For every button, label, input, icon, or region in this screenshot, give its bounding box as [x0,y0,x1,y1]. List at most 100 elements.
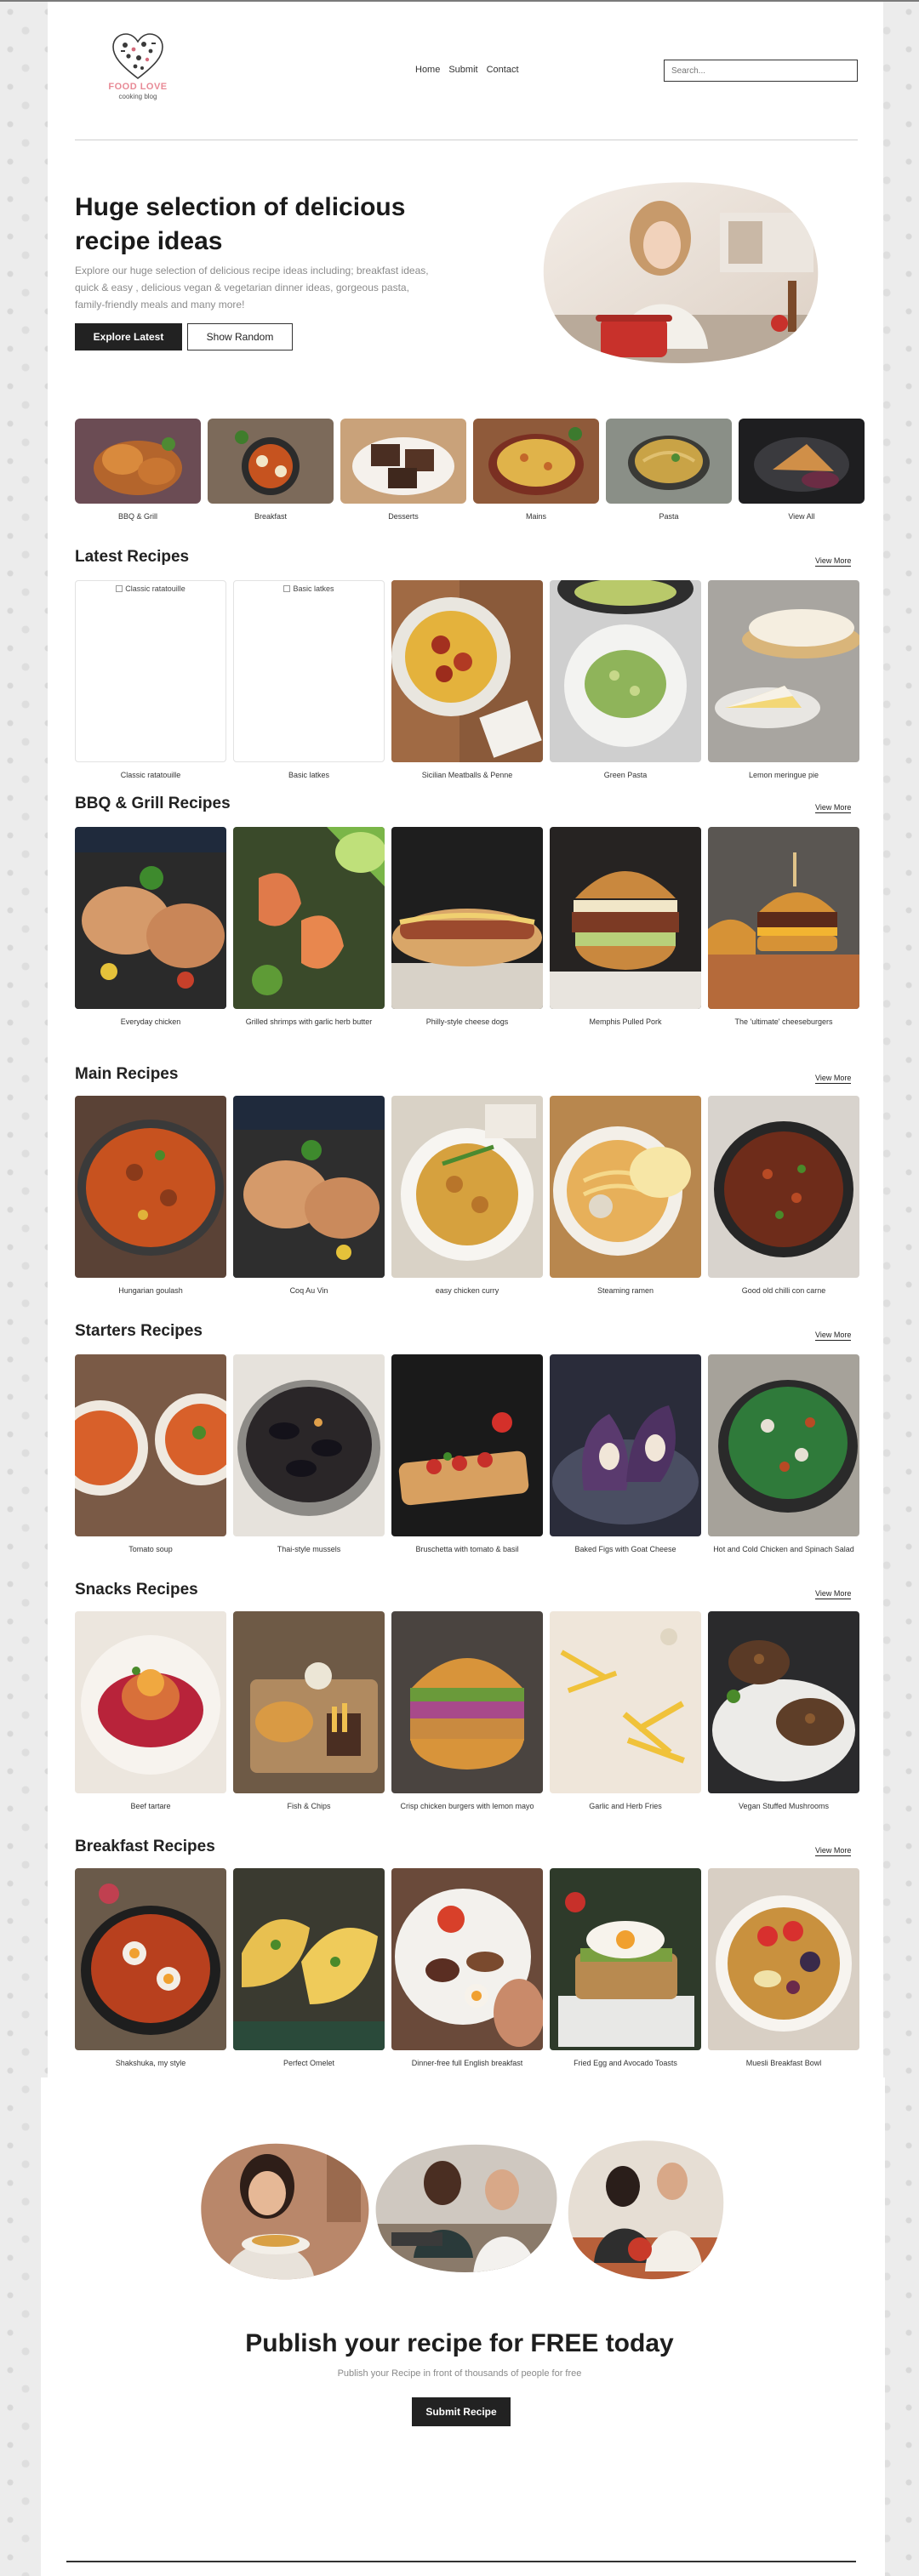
nav-home[interactable]: Home [415,65,440,75]
latest-view-more-link[interactable]: View More [815,556,852,567]
recipe-card-lemon-meringue-pie[interactable]: Lemon meringue pie [708,580,859,781]
recipe-card-tomato-soup[interactable]: Tomato soup [75,1354,226,1555]
explore-latest-button[interactable]: Explore Latest [75,323,182,350]
nav-contact[interactable]: Contact [487,65,519,75]
publish-image-chefs [374,2139,560,2275]
submit-recipe-button[interactable]: Submit Recipe [412,2397,511,2426]
mussels-photo-icon [233,1354,385,1536]
recipe-card-hungarian-goulash[interactable]: Hungarian goulash [75,1096,226,1297]
category-label: View All [788,512,815,521]
publish-image-couple [563,2135,725,2282]
category-view-all[interactable]: View All [739,419,865,521]
breakfast-food-photo-icon [208,419,334,504]
recipe-name: Crisp chicken burgers with lemon mayo [400,1802,534,1810]
snacks-view-more-link[interactable]: View More [815,1589,852,1599]
recipe-name: easy chicken curry [435,1286,499,1295]
recipe-card-chilli-con-carne[interactable]: Good old chilli con carne [708,1096,859,1297]
recipe-name: Green Pasta [603,771,648,779]
brand-tagline: cooking blog [118,93,157,100]
recipe-card-philly-cheese-dogs[interactable]: Philly-style cheese dogs [391,827,543,1028]
broken-image-icon [116,585,123,592]
mains-food-photo-icon [473,419,599,504]
category-breakfast[interactable]: Breakfast [208,419,334,521]
recipe-card-egg-avocado-toasts[interactable]: Fried Egg and Avocado Toasts [550,1868,701,2069]
green-pasta-photo-icon [550,580,701,762]
recipe-card-grilled-shrimps[interactable]: Grilled shrimps with garlic herb butter [233,827,385,1028]
main-nav: Home Submit Contact [415,65,519,75]
recipe-card-baked-figs[interactable]: Baked Figs with Goat Cheese [550,1354,701,1555]
recipe-name: Hot and Cold Chicken and Spinach Salad [713,1545,854,1553]
recipe-card-ultimate-cheeseburgers[interactable]: The 'ultimate' cheeseburgers [708,827,859,1028]
recipe-card-vegan-stuffed-mushrooms[interactable]: Vegan Stuffed Mushrooms [708,1611,859,1812]
latest-recipes-title: Latest Recipes [75,548,190,566]
broken-image-icon [283,585,291,592]
show-random-button[interactable]: Show Random [187,323,293,350]
recipe-card-beef-tartare[interactable]: Beef tartare [75,1611,226,1812]
pasta-food-photo-icon [606,419,732,504]
starters-view-more-link[interactable]: View More [815,1331,852,1341]
footer-divider [66,2561,856,2562]
category-label: Breakfast [254,512,288,521]
fish-chips-photo-icon [233,1611,385,1793]
omelet-photo-icon [233,1868,385,2050]
recipe-name: Bruschetta with tomato & basil [415,1545,519,1553]
recipe-card-garlic-herb-fries[interactable]: Garlic and Herb Fries [550,1611,701,1812]
recipe-card-fish-chips[interactable]: Fish & Chips [233,1611,385,1812]
recipe-card-full-english-breakfast[interactable]: Dinner-free full English breakfast [391,1868,543,2069]
recipe-name: Memphis Pulled Pork [589,1017,662,1026]
recipe-card-basic-latkes[interactable]: Basic latkes Basic latkes [233,580,385,781]
recipe-name: Classic ratatouille [120,771,181,779]
nav-submit[interactable]: Submit [448,65,477,75]
recipe-card-steaming-ramen[interactable]: Steaming ramen [550,1096,701,1297]
recipe-name: Lemon meringue pie [748,771,819,779]
recipe-name: Grilled shrimps with garlic herb butter [245,1017,373,1026]
recipe-card-shakshuka[interactable]: Shakshuka, my style [75,1868,226,2069]
recipe-name: Beef tartare [130,1802,171,1810]
recipe-card-perfect-omelet[interactable]: Perfect Omelet [233,1868,385,2069]
category-bbq-grill[interactable]: BBQ & Grill [75,419,201,521]
chicken-curry-photo-icon [391,1096,543,1278]
starters-recipes-title: Starters Recipes [75,1322,203,1340]
recipe-card-everyday-chicken[interactable]: Everyday chicken [75,827,226,1028]
recipe-card-classic-ratatouille[interactable]: Classic ratatouille Classic ratatouille [75,580,226,781]
recipe-card-bruschetta[interactable]: Bruschetta with tomato & basil [391,1354,543,1555]
brand-name: FOOD LOVE [108,82,168,92]
recipe-name: Thai-style mussels [277,1545,341,1553]
recipe-card-muesli-breakfast-bowl[interactable]: Muesli Breakfast Bowl [708,1868,859,2069]
beef-tartare-photo-icon [75,1611,226,1793]
category-label: Desserts [388,512,419,521]
recipe-card-chicken-spinach-salad[interactable]: Hot and Cold Chicken and Spinach Salad [708,1354,859,1555]
hero-chef-image [533,179,822,368]
category-desserts[interactable]: Desserts [340,419,466,521]
category-label: Pasta [659,512,679,521]
recipe-name: Vegan Stuffed Mushrooms [739,1802,829,1810]
main-view-more-link[interactable]: View More [815,1074,852,1084]
recipe-card-easy-chicken-curry[interactable]: easy chicken curry [391,1096,543,1297]
cheeseburger-photo-icon [708,827,859,1009]
baked-figs-photo-icon [550,1354,701,1536]
recipe-card-crisp-chicken-burgers[interactable]: Crisp chicken burgers with lemon mayo [391,1611,543,1812]
fries-photo-icon [550,1611,701,1793]
recipe-card-coq-au-vin[interactable]: Coq Au Vin [233,1096,385,1297]
recipe-card-sicilian-meatballs[interactable]: Sicilian Meatballs & Penne [391,580,543,781]
site-logo[interactable]: FOOD LOVE cooking blog [95,32,180,104]
publish-description: Publish your Recipe in front of thousand… [337,2368,582,2379]
recipe-name: Dinner-free full English breakfast [411,2059,523,2067]
recipe-name: Perfect Omelet [283,2059,335,2067]
recipe-card-thai-mussels[interactable]: Thai-style mussels [233,1354,385,1555]
snacks-recipes-title: Snacks Recipes [75,1581,198,1599]
category-mains[interactable]: Mains [473,419,599,521]
breakfast-view-more-link[interactable]: View More [815,1846,852,1856]
recipe-name: Fish & Chips [287,1802,331,1810]
image-alt-text: Basic latkes [293,584,334,593]
tomato-soup-photo-icon [75,1354,226,1536]
shrimp-photo-icon [233,827,385,1009]
recipe-card-memphis-pulled-pork[interactable]: Memphis Pulled Pork [550,827,701,1028]
recipe-name: Philly-style cheese dogs [425,1017,509,1026]
recipe-name: Steaming ramen [596,1286,654,1295]
search-input[interactable] [664,60,858,82]
recipe-card-green-pasta[interactable]: Green Pasta [550,580,701,781]
bbq-view-more-link[interactable]: View More [815,803,852,813]
category-pasta[interactable]: Pasta [606,419,732,521]
recipe-image-broken: Basic latkes [233,580,385,762]
